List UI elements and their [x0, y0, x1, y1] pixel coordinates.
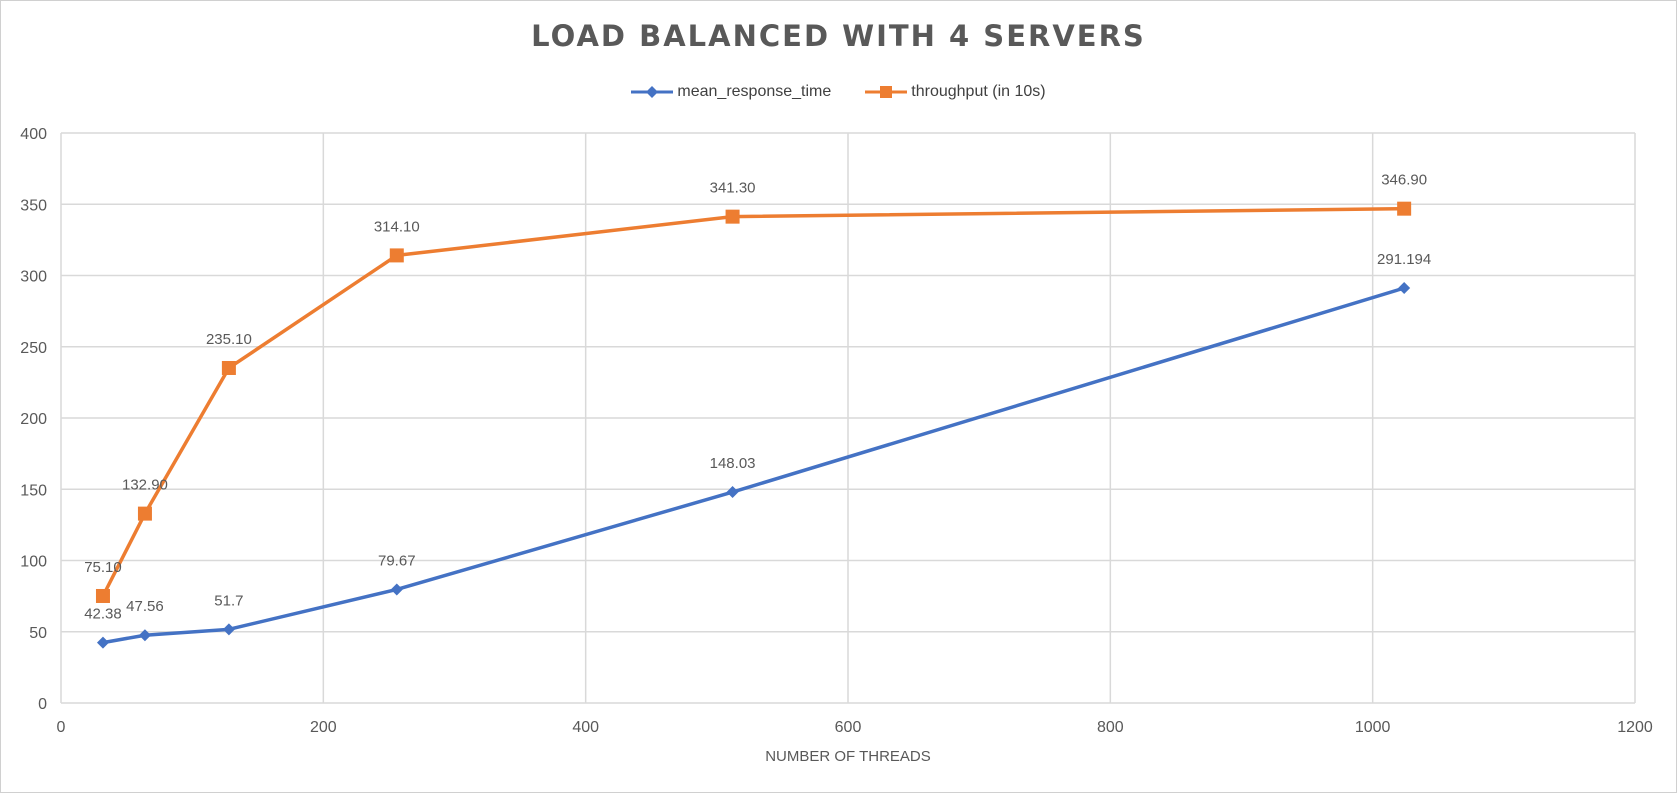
- data-label: 42.38: [84, 606, 122, 623]
- y-tick-label: 200: [20, 411, 47, 428]
- data-point-square: [389, 248, 404, 263]
- y-tick-label: 50: [29, 625, 47, 642]
- y-tick-label: 250: [20, 340, 47, 357]
- data-label: 314.10: [374, 218, 420, 235]
- data-label: 291.194: [1377, 251, 1431, 268]
- data-point-square: [1397, 201, 1412, 216]
- x-tick-label: 400: [572, 719, 599, 736]
- data-label: 79.67: [378, 552, 416, 569]
- data-label: 341.30: [710, 180, 756, 197]
- x-tick-label: 600: [835, 719, 862, 736]
- x-axis-label: NUMBER OF THREADS: [765, 748, 931, 765]
- plot-area: 0 50 100 150 200 250 300 350 400 0 200 400 600 800 100…: [20, 126, 1653, 736]
- data-point-diamond: [222, 623, 235, 636]
- data-point-diamond: [390, 583, 403, 596]
- x-tick-label: 800: [1097, 719, 1124, 736]
- data-point-square: [95, 588, 110, 603]
- data-point-diamond: [96, 636, 109, 649]
- chart-frame: LOAD BALANCED WITH 4 SERVERS mean_respon…: [0, 0, 1677, 793]
- y-tick-label: 350: [20, 197, 47, 214]
- data-point-diamond: [726, 486, 739, 499]
- data-label: 148.03: [710, 455, 756, 472]
- data-label: 132.90: [122, 477, 168, 494]
- y-tick-label: 400: [20, 126, 47, 143]
- y-tick-label: 300: [20, 269, 47, 286]
- x-tick-label: 1200: [1617, 719, 1653, 736]
- data-label: 47.56: [126, 598, 164, 615]
- data-point-square: [221, 360, 236, 375]
- data-label: 75.10: [84, 559, 122, 576]
- series-line-1: [101, 206, 1405, 597]
- x-tick-label: 1000: [1355, 719, 1391, 736]
- data-point-square: [137, 506, 152, 521]
- data-point-diamond: [1398, 282, 1411, 295]
- y-tick-label: 100: [20, 554, 47, 571]
- data-label: 235.10: [206, 331, 252, 348]
- x-tick-label: 200: [310, 719, 337, 736]
- data-point-square: [725, 209, 740, 224]
- data-label: 346.90: [1381, 172, 1427, 189]
- y-tick-label: 150: [20, 482, 47, 499]
- data-label: 51.7: [214, 592, 243, 609]
- y-tick-label: 0: [38, 696, 47, 713]
- x-tick-label: 0: [57, 719, 66, 736]
